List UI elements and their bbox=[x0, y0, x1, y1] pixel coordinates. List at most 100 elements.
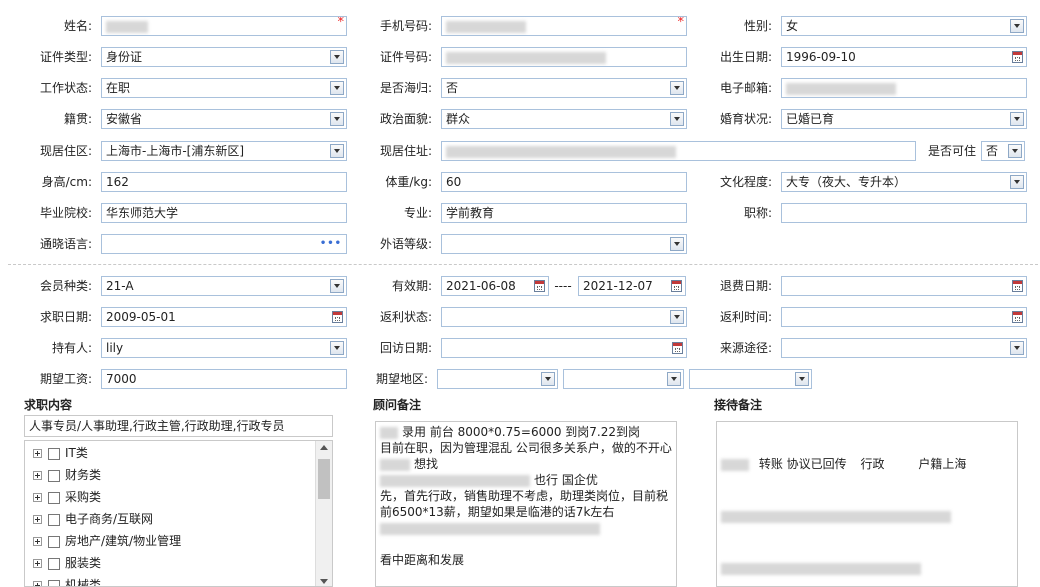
chevron-down-icon[interactable] bbox=[330, 144, 344, 158]
chevron-down-icon[interactable] bbox=[330, 341, 344, 355]
more-icon[interactable]: ••• bbox=[320, 239, 342, 249]
title-field[interactable] bbox=[781, 203, 1027, 223]
chevron-down-icon[interactable] bbox=[670, 237, 684, 251]
salary-field[interactable]: 7000 bbox=[101, 369, 347, 389]
chevron-down-icon[interactable] bbox=[330, 279, 344, 293]
chevron-down-icon[interactable] bbox=[795, 372, 809, 386]
note-line: 目前在职，因为管理混乱 公司很多关系户，做的不开心 bbox=[380, 440, 672, 456]
education-select[interactable]: 大专（夜大、专升本） bbox=[781, 172, 1027, 192]
chevron-down-icon[interactable] bbox=[541, 372, 555, 386]
name-field[interactable]: * bbox=[101, 16, 347, 36]
valid-start-field[interactable]: 2021-06-08 bbox=[441, 276, 549, 296]
chevron-down-icon[interactable] bbox=[330, 112, 344, 126]
political-select[interactable]: 群众 bbox=[441, 109, 687, 129]
valid-end-field[interactable]: 2021-12-07 bbox=[578, 276, 686, 296]
chevron-down-icon[interactable] bbox=[1010, 19, 1024, 33]
checkbox[interactable] bbox=[48, 535, 60, 548]
source-select[interactable] bbox=[781, 338, 1027, 358]
reception-text-3: 户籍上海 bbox=[918, 457, 967, 471]
valid-period-label: 有效期: bbox=[391, 279, 432, 293]
expand-icon[interactable] bbox=[33, 493, 42, 502]
foreign-level-select[interactable] bbox=[441, 234, 687, 254]
note-line: 前6500*13薪，期望如果是临港的话7k左右 bbox=[380, 504, 672, 520]
can-live-in-select[interactable]: 否 bbox=[981, 141, 1025, 161]
scroll-up-icon[interactable] bbox=[320, 445, 328, 450]
checkbox[interactable] bbox=[48, 513, 60, 526]
redacted bbox=[446, 51, 606, 64]
chevron-down-icon[interactable] bbox=[670, 81, 684, 95]
id-number-field[interactable] bbox=[441, 47, 687, 67]
chevron-down-icon[interactable] bbox=[670, 112, 684, 126]
calendar-icon[interactable] bbox=[1012, 311, 1023, 323]
native-place-select[interactable]: 安徽省 bbox=[101, 109, 347, 129]
school-field[interactable]: 华东师范大学 bbox=[101, 203, 347, 223]
expand-icon[interactable] bbox=[33, 471, 42, 480]
job-selected-field[interactable]: 人事专员/人事助理,行政主管,行政助理,行政专员 bbox=[24, 415, 333, 437]
calendar-icon[interactable] bbox=[672, 342, 683, 354]
checkbox[interactable] bbox=[48, 579, 60, 586]
region-city-select[interactable] bbox=[563, 369, 684, 389]
major-field[interactable]: 学前教育 bbox=[441, 203, 687, 223]
id-type-select[interactable]: 身份证 bbox=[101, 47, 347, 67]
chevron-down-icon[interactable] bbox=[330, 81, 344, 95]
birth-date-field[interactable]: 1996-09-10 bbox=[781, 47, 1027, 67]
marital-select[interactable]: 已婚已育 bbox=[781, 109, 1027, 129]
chevron-down-icon[interactable] bbox=[667, 372, 681, 386]
calendar-icon[interactable] bbox=[332, 311, 343, 323]
tree-item[interactable]: 机械类 bbox=[33, 575, 101, 586]
chevron-down-icon[interactable] bbox=[670, 310, 684, 324]
holder-select[interactable]: lily bbox=[101, 338, 347, 358]
chevron-down-icon[interactable] bbox=[1010, 112, 1024, 126]
phone-field[interactable]: * bbox=[441, 16, 687, 36]
tree-item[interactable]: 电子商务/互联网 bbox=[33, 509, 153, 529]
languages-field[interactable]: ••• bbox=[101, 234, 347, 254]
visit-date-field[interactable] bbox=[441, 338, 687, 358]
height-field[interactable]: 162 bbox=[101, 172, 347, 192]
scroll-down-icon[interactable] bbox=[320, 579, 328, 584]
work-status-select[interactable]: 在职 bbox=[101, 78, 347, 98]
tree-item[interactable]: 采购类 bbox=[33, 487, 101, 507]
calendar-icon[interactable] bbox=[1012, 51, 1023, 63]
expand-icon[interactable] bbox=[33, 537, 42, 546]
tree-item[interactable]: 房地产/建筑/物业管理 bbox=[33, 531, 181, 551]
calendar-icon[interactable] bbox=[1012, 280, 1023, 292]
tree-item[interactable]: IT类 bbox=[33, 443, 88, 463]
expand-icon[interactable] bbox=[33, 581, 42, 586]
checkbox[interactable] bbox=[48, 469, 60, 482]
scrollbar-thumb[interactable] bbox=[318, 459, 330, 499]
calendar-icon[interactable] bbox=[671, 280, 682, 292]
consult-notes-textarea[interactable]: 录用 前台 8000*0.75=6000 到岗7.22到岗 目前在职，因为管理混乱… bbox=[375, 421, 677, 587]
rebate-status-select[interactable] bbox=[441, 307, 687, 327]
calendar-icon[interactable] bbox=[534, 280, 545, 292]
gender-select[interactable]: 女 bbox=[781, 16, 1027, 36]
weight-field[interactable]: 60 bbox=[441, 172, 687, 192]
checkbox[interactable] bbox=[48, 557, 60, 570]
note-line: 也行 国企优 bbox=[380, 472, 672, 488]
expand-icon[interactable] bbox=[33, 515, 42, 524]
refund-date-field[interactable] bbox=[781, 276, 1027, 296]
residence-area-select[interactable]: 上海市-上海市-[浦东新区] bbox=[101, 141, 347, 161]
member-type-select[interactable]: 21-A bbox=[101, 276, 347, 296]
reception-notes-textarea[interactable]: 转账 协议已回传 行政 户籍上海 bbox=[716, 421, 1018, 587]
tree-item[interactable]: 服装类 bbox=[33, 553, 101, 573]
expand-icon[interactable] bbox=[33, 449, 42, 458]
birth-date-label: 出生日期: bbox=[719, 50, 772, 64]
apply-date-field[interactable]: 2009-05-01 bbox=[101, 307, 347, 327]
chevron-down-icon[interactable] bbox=[1010, 175, 1024, 189]
source-label: 来源途径: bbox=[719, 341, 772, 355]
tree-item[interactable]: 财务类 bbox=[33, 465, 101, 485]
region-province-select[interactable] bbox=[437, 369, 558, 389]
chevron-down-icon[interactable] bbox=[1008, 144, 1022, 158]
chevron-down-icon[interactable] bbox=[1010, 341, 1024, 355]
chevron-down-icon[interactable] bbox=[330, 50, 344, 64]
returnee-select[interactable]: 否 bbox=[441, 78, 687, 98]
checkbox[interactable] bbox=[48, 447, 60, 460]
checkbox[interactable] bbox=[48, 491, 60, 504]
expand-icon[interactable] bbox=[33, 559, 42, 568]
address-field[interactable] bbox=[441, 141, 916, 161]
email-field[interactable] bbox=[781, 78, 1027, 98]
major-value: 学前教育 bbox=[446, 206, 495, 220]
region-district-select[interactable] bbox=[689, 369, 812, 389]
rebate-time-field[interactable] bbox=[781, 307, 1027, 327]
scrollbar[interactable] bbox=[315, 441, 332, 586]
